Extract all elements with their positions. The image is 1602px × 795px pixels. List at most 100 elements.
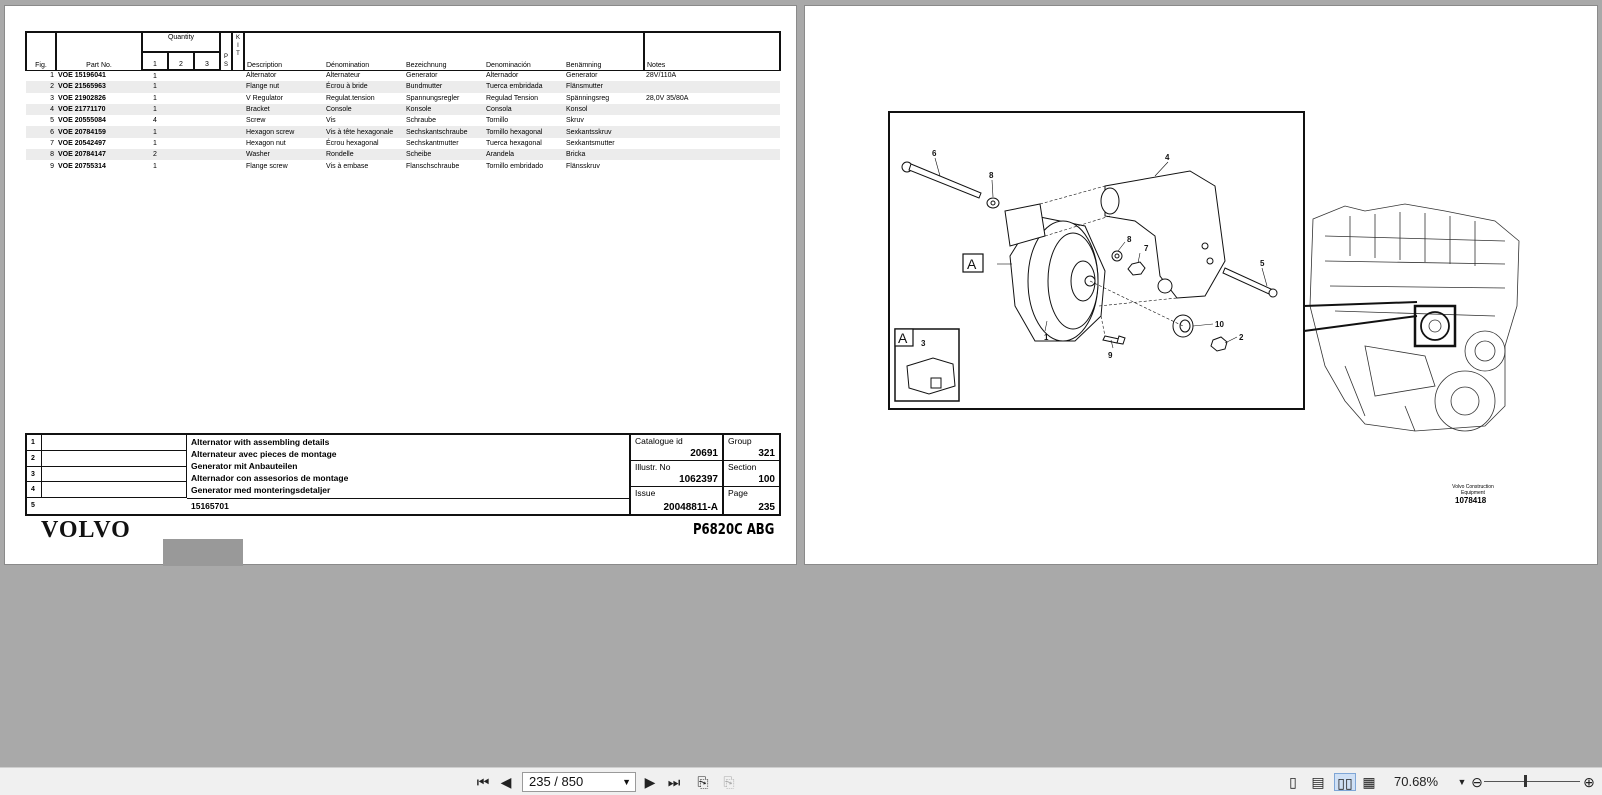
qty3-cell — [194, 81, 220, 93]
exploded-view-drawing: 6 8 4 8 7 5 1 9 10 2 A A 3 — [888, 111, 1520, 432]
col-ps: P S — [219, 31, 233, 71]
qty-cell: 1 — [142, 103, 168, 116]
engine-sketch — [1309, 203, 1520, 432]
qty-cell: 1 — [153, 162, 157, 170]
title-sv: Generator med monteringsdetaljer — [191, 485, 331, 495]
notes-cell — [644, 115, 780, 126]
denominacion-cell: Consola — [484, 103, 564, 116]
denominacion-cell: Tuerca hexagonal — [486, 139, 542, 147]
zoom-level[interactable]: 70.68% — [1394, 774, 1438, 789]
table-row: 4 VOE 21771170 1 Bracket Console Konsole Conso… — [26, 103, 780, 116]
document-page-left: Fig. Part No. Quantity P S K I T Descrip… — [4, 5, 797, 566]
fig-cell: 4 — [26, 103, 56, 116]
part-no-cell: VOE 15196041 — [58, 72, 106, 80]
qty2-cell — [168, 138, 194, 149]
bezeichnung-cell: Scheibe — [404, 149, 484, 161]
title-fr: Alternateur avec pieces de montage — [191, 449, 337, 459]
col-denomination: Dénomination — [324, 31, 404, 71]
col-bezeichnung: Bezeichnung — [404, 31, 484, 71]
col-denominacion: Denominación — [484, 31, 564, 71]
title-row-4: 4 — [27, 482, 187, 499]
part-no-cell: VOE 20755314 — [58, 162, 106, 170]
qty-cell: 2 — [142, 149, 168, 161]
zoom-slider-thumb[interactable] — [1524, 775, 1527, 787]
qty3-cell — [194, 103, 220, 116]
zoom-in-icon[interactable]: ⊕ — [1582, 773, 1596, 791]
qty2-cell — [168, 126, 194, 138]
ps-cell — [220, 138, 232, 149]
last-page-icon[interactable]: ⏭ — [665, 773, 683, 791]
previous-page-icon[interactable]: ◀ — [498, 773, 514, 791]
denomination-cell: Console — [324, 103, 404, 116]
ps-cell — [220, 103, 232, 116]
benamning-cell: Sexkantsmutter — [566, 139, 615, 147]
kit-cell — [232, 149, 244, 161]
part-no-cell: VOE 20542497 — [58, 139, 106, 147]
title-row-1: 1 — [27, 435, 187, 451]
single-page-icon[interactable]: ▯ — [1284, 773, 1302, 791]
kit-cell — [232, 81, 244, 93]
callout-4: 4 — [1165, 153, 1170, 162]
two-page-icon[interactable]: ▯▯ — [1334, 773, 1356, 791]
description-cell: Screw — [246, 117, 266, 125]
first-page-icon[interactable]: ⏮ — [474, 773, 492, 791]
bezeichnung-cell: Konsole — [404, 103, 484, 116]
ps-cell — [220, 81, 232, 93]
table-row: 6 VOE 20784159 1 Hexagon screw Vis à tête he… — [26, 126, 780, 138]
inset-label-a: A — [898, 330, 908, 346]
table-row: 2 VOE 21565963 1 Flange nut Écrou à bride Bun… — [26, 81, 780, 93]
detail-label-a: A — [967, 256, 977, 272]
part-no-cell: VOE 21771170 — [56, 103, 142, 116]
denomination-cell: Vis à embase — [326, 162, 369, 170]
qty3-cell — [194, 138, 220, 149]
page-value: 235 — [758, 502, 775, 513]
col-benamning: Benämning — [564, 31, 644, 71]
zoom-dropdown-icon[interactable]: ▼ — [1456, 773, 1468, 791]
notes-cell — [644, 149, 780, 161]
ps-cell — [220, 93, 232, 104]
callout-8a: 8 — [989, 171, 994, 180]
qty2-cell — [168, 81, 194, 93]
zoom-slider[interactable] — [1484, 781, 1580, 782]
qty2-cell — [168, 160, 194, 171]
two-page-continuous-icon[interactable]: ▦ — [1360, 773, 1378, 791]
viewer-toolbar: ⏮ ◀ 235 / 850 ▼ ▶ ⏭ ⎘ ⎘ ▯ ▤ ▯▯ ▦ 70.68% … — [0, 767, 1602, 795]
qty2-cell — [168, 70, 194, 81]
ps-cell — [220, 160, 232, 171]
kit-cell — [232, 103, 244, 116]
catalogue-id-value: 20691 — [690, 448, 718, 459]
row-number: 5 — [31, 502, 35, 510]
document-page-right: 6 8 4 8 7 5 1 9 10 2 A A 3 Volvo Constru… — [804, 5, 1598, 565]
denominacion-cell: Alternador — [486, 72, 519, 80]
part-no-cell: VOE 20784159 — [56, 126, 142, 138]
callout-8b: 8 — [1127, 235, 1132, 244]
go-forward-view-icon[interactable]: ⎘ — [719, 773, 739, 791]
part-no-cell: VOE 21565963 — [56, 81, 142, 93]
part-no-cell: VOE 20784147 — [56, 149, 142, 161]
qty3-cell — [194, 93, 220, 104]
kit-cell — [232, 93, 244, 104]
zoom-out-icon[interactable]: ⊖ — [1470, 773, 1484, 791]
illustration-code-label: Volvo Construction Equipment — [1452, 484, 1494, 496]
fig-cell: 8 — [26, 149, 56, 161]
next-page-icon[interactable]: ▶ — [642, 773, 658, 791]
chevron-down-icon[interactable]: ▼ — [622, 773, 631, 791]
notes-cell — [644, 103, 780, 116]
go-back-view-icon[interactable]: ⎘ — [693, 773, 713, 791]
table-row: 7 VOE 20542497 1 Hexagon nut Écrou hexagonal… — [26, 138, 780, 149]
col-quantity: Quantity — [141, 31, 221, 53]
notes-cell — [644, 81, 780, 93]
issue-value: 20048811-A — [663, 502, 719, 513]
qty-cell: 1 — [142, 81, 168, 93]
qty3-cell — [194, 149, 220, 161]
page-label: Page — [728, 488, 748, 498]
page-number-input[interactable]: 235 / 850 ▼ — [522, 772, 636, 792]
illustr-value: 1062397 — [679, 474, 718, 485]
ps-cell — [220, 70, 232, 81]
ps-cell — [220, 126, 232, 138]
description-cell: Flange screw — [246, 162, 288, 170]
continuous-page-icon[interactable]: ▤ — [1309, 773, 1327, 791]
section-cell: Section 100 — [722, 461, 779, 487]
bezeichnung-cell: Sechskantmutter — [406, 139, 459, 147]
fig-cell: 2 — [26, 81, 56, 93]
